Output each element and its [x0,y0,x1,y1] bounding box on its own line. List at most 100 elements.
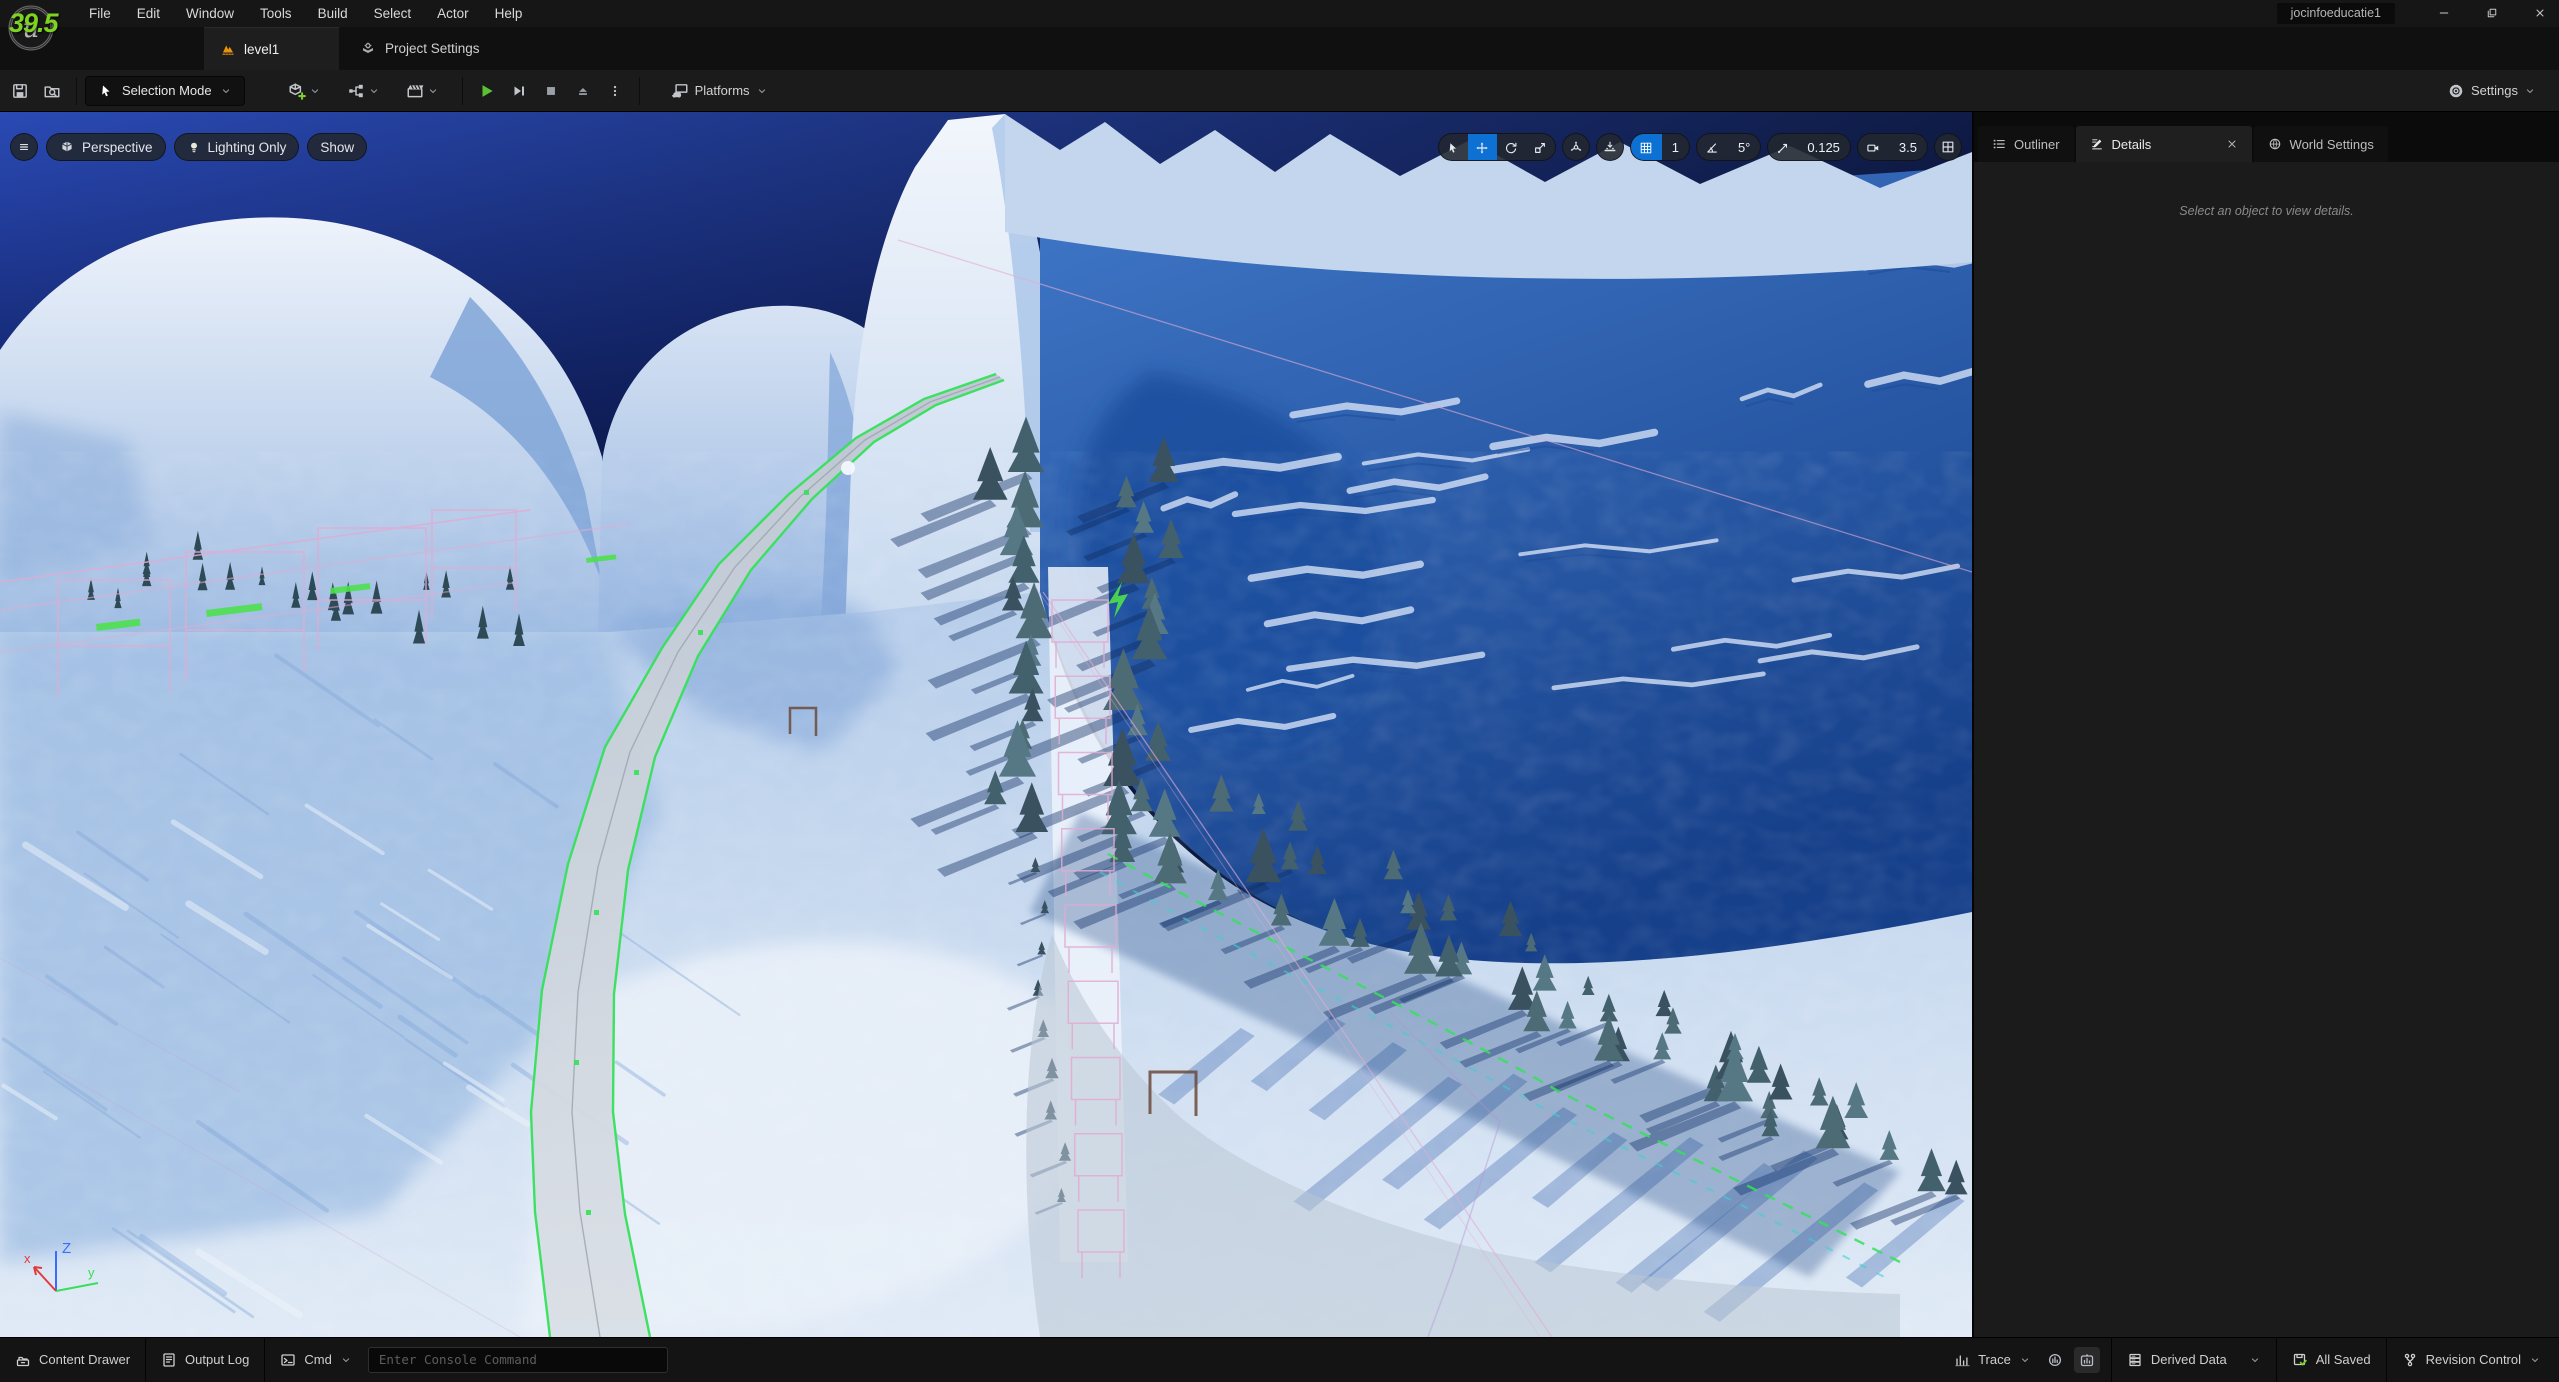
grid-snap-value[interactable]: 1 [1662,134,1689,160]
terminal-icon [280,1352,296,1368]
settings-label: Settings [2471,83,2518,98]
viewport-options-menu[interactable] [10,133,38,161]
chevron-down-icon [220,85,232,97]
chevron-down-icon [2249,1354,2261,1366]
rotate-tool[interactable] [1497,134,1526,161]
tab-details[interactable]: Details [2076,126,2252,162]
axis-x-label: x [24,1251,31,1266]
gear-icon [2447,82,2465,100]
menu-select[interactable]: Select [361,0,425,27]
level-viewport[interactable]: Perspective Lighting Only Show 1 5° 0 [0,112,1972,1337]
selection-mode-label: Selection Mode [122,83,212,98]
scale-snap-toggle[interactable] [1768,134,1797,161]
menu-edit[interactable]: Edit [124,0,173,27]
menu-window[interactable]: Window [173,0,247,27]
cinematics-dropdown[interactable] [399,82,446,100]
platforms-icon [671,82,689,100]
frame-skip-button[interactable] [503,76,535,106]
content-drawer-icon [15,1352,31,1368]
derived-data-dropdown[interactable]: Derived Data [2112,1338,2276,1381]
rotation-snap-value[interactable]: 5° [1728,134,1760,160]
project-settings-menu[interactable]: Project Settings [346,27,494,70]
chevron-down-icon [427,85,439,97]
insights-snapshot-button[interactable] [2074,1347,2100,1373]
snow-slopes[interactable] [0,532,1972,1337]
rotation-snap-toggle[interactable] [1697,134,1728,161]
menu-help[interactable]: Help [482,0,536,27]
main-toolbar: Selection Mode Platforms Settings [0,70,2559,112]
platforms-label: Platforms [695,83,750,98]
console-command-input[interactable] [368,1347,668,1373]
perspective-dropdown[interactable]: Perspective [46,133,166,161]
quad-view-toggle[interactable] [1934,133,1962,161]
menu-build[interactable]: Build [305,0,361,27]
minimize-button[interactable] [2427,1,2461,25]
panel-tab-strip: Outliner Details World Settings [1974,112,2559,162]
output-log-button[interactable]: Output Log [146,1338,264,1381]
chevron-down-icon [756,85,768,97]
close-icon[interactable] [2226,138,2238,150]
view-mode-dropdown[interactable]: Lighting Only [174,133,300,161]
content-drawer-button[interactable]: Content Drawer [0,1338,145,1381]
tab-outliner[interactable]: Outliner [1978,126,2074,162]
menu-tools[interactable]: Tools [247,0,305,27]
details-empty-hint: Select an object to view details. [1974,162,2559,218]
chevron-down-icon [340,1354,352,1366]
grid-snap-control: 1 [1630,133,1690,161]
menu-actor[interactable]: Actor [424,0,482,27]
select-tool[interactable] [1439,134,1468,161]
save-check-icon [2292,1352,2308,1368]
move-tool[interactable] [1468,134,1497,161]
cursor-icon [98,83,114,99]
grid-snap-toggle[interactable] [1631,134,1662,161]
rotation-snap-control: 5° [1696,133,1761,161]
billboard-sprite[interactable] [841,461,855,475]
save-button[interactable] [4,76,36,106]
project-settings-label: Project Settings [385,41,480,56]
chevron-down-icon [2524,85,2536,97]
tab-level1[interactable]: level1 [204,27,339,70]
platforms-dropdown[interactable]: Platforms [664,82,775,100]
tab-world-settings-label: World Settings [2290,137,2374,152]
blueprints-icon [347,82,365,100]
show-flags-dropdown[interactable]: Show [307,133,367,161]
lightbulb-icon [187,140,201,154]
play-options-kebab[interactable] [599,76,631,106]
blueprints-dropdown[interactable] [340,82,387,100]
world-local-toggle[interactable] [1562,133,1590,161]
level-icon [220,41,236,57]
toolbar-divider [76,77,77,105]
camera-speed-value[interactable]: 3.5 [1889,134,1927,160]
fps-counter: 39.5 [9,8,58,39]
close-button[interactable] [2523,1,2557,25]
play-button[interactable] [471,76,503,106]
maximize-button[interactable] [2475,1,2509,25]
scale-tool[interactable] [1526,134,1555,161]
settings-dropdown[interactable]: Settings [2440,82,2543,100]
stop-button[interactable] [535,76,567,106]
outliner-icon [1992,137,2006,151]
save-status-button[interactable]: All Saved [2277,1338,2386,1381]
add-actor-dropdown[interactable] [281,82,328,100]
selection-mode-dropdown[interactable]: Selection Mode [85,76,245,106]
trace-icon [1954,1352,1970,1368]
axis-y-label: y [88,1265,95,1280]
cmd-dropdown[interactable]: Cmd [265,1338,357,1381]
scale-snap-value[interactable]: 0.125 [1797,134,1850,160]
cinematics-icon [406,82,424,100]
viewport-toolbar-left: Perspective Lighting Only Show [10,133,367,161]
eject-button[interactable] [567,76,599,106]
camera-speed-button[interactable] [1858,134,1889,161]
trace-label: Trace [1978,1352,2011,1367]
view-mode-label: Lighting Only [208,140,287,155]
trace-dropdown[interactable]: Trace [1939,1338,2039,1381]
revision-control-dropdown[interactable]: Revision Control [2387,1338,2559,1381]
tab-details-label: Details [2112,137,2218,152]
browse-content-button[interactable] [36,76,68,106]
menu-file[interactable]: File [76,0,124,27]
tab-world-settings[interactable]: World Settings [2254,126,2388,162]
insights-session-button[interactable] [2042,1347,2068,1373]
viewport-scene[interactable] [0,112,1972,1337]
surface-snapping-toggle[interactable] [1596,133,1624,161]
save-status-label: All Saved [2316,1352,2371,1367]
